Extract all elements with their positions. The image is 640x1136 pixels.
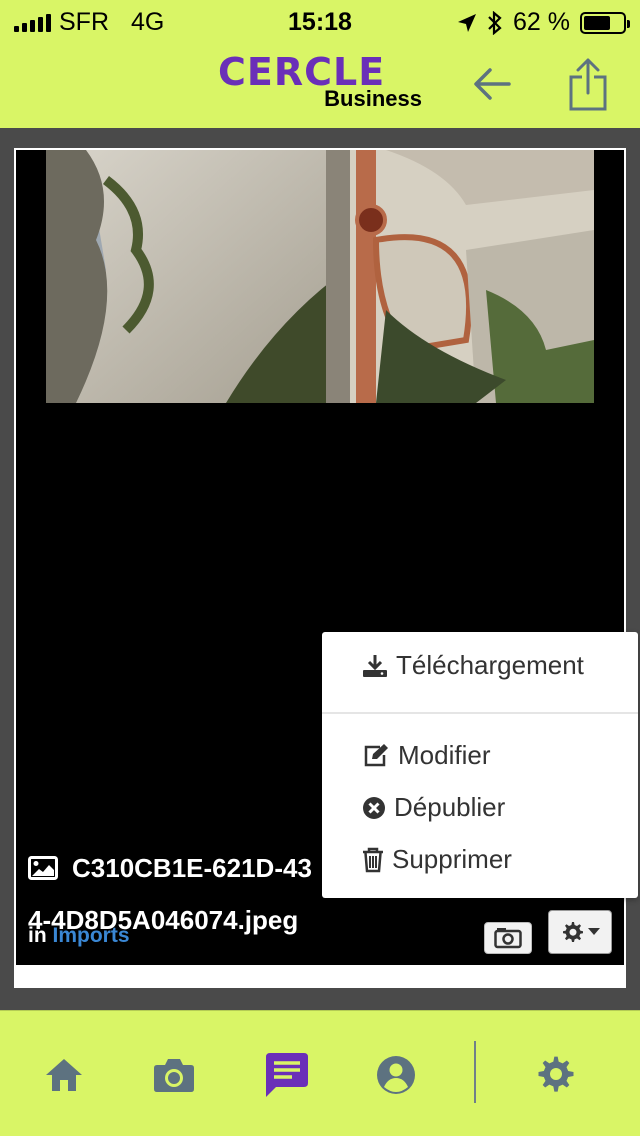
menu-item-unpublish[interactable]: Dépublier [362, 792, 640, 823]
menu-label-unpublish: Dépublier [394, 792, 506, 822]
menu-item-download[interactable]: Téléchargement [362, 650, 640, 681]
menu-item-edit[interactable]: Modifier [362, 740, 640, 771]
card-footer-strip [16, 965, 624, 986]
times-circle-icon [363, 796, 385, 819]
back-button[interactable] [462, 52, 522, 116]
download-icon [363, 654, 387, 677]
album-line: in Imports [28, 924, 130, 948]
caret-down-icon [588, 928, 600, 935]
menu-item-delete[interactable]: Supprimer [362, 844, 640, 875]
camera-action-button[interactable] [484, 922, 532, 954]
camera-icon [154, 1059, 194, 1092]
messages-icon [266, 1053, 308, 1097]
logo-sub: Business [324, 86, 422, 111]
profile-icon [377, 1056, 415, 1094]
status-bar: SFR 4G 15:18 62 % [0, 0, 640, 42]
album-link[interactable]: Imports [53, 924, 130, 947]
nav-divider [474, 1041, 476, 1103]
media-photo[interactable] [46, 150, 594, 403]
gear-icon [563, 922, 583, 942]
nav-camera[interactable] [144, 1045, 204, 1105]
home-icon [46, 1059, 82, 1091]
share-button[interactable] [558, 52, 618, 116]
menu-label-download: Téléchargement [396, 650, 584, 680]
bluetooth-icon [488, 10, 502, 35]
top-bar: SFR 4G 15:18 62 % CERCLE Business [0, 0, 640, 128]
trash-icon [363, 847, 383, 872]
menu-divider [322, 712, 638, 714]
battery-percent: 62 % [513, 8, 570, 36]
edit-icon [364, 743, 388, 766]
menu-label-edit: Modifier [398, 740, 491, 770]
nav-home[interactable] [34, 1045, 94, 1105]
bottom-nav [0, 1010, 640, 1136]
app-logo: CERCLE Business [218, 50, 428, 112]
battery-icon [580, 11, 630, 34]
actions-dropdown-menu: Téléchargement Modifier Dépublier Suppri… [322, 632, 638, 898]
camera-icon [494, 928, 522, 949]
in-label: in [28, 924, 47, 947]
settings-dropdown-button[interactable] [548, 910, 612, 954]
settings-icon [538, 1056, 574, 1092]
arrow-left-icon [474, 68, 511, 100]
filename-line1: C310CB1E-621D-43 [72, 853, 312, 883]
nav-messages[interactable] [256, 1045, 316, 1105]
nav-profile[interactable] [366, 1045, 426, 1105]
nav-settings[interactable] [526, 1045, 586, 1105]
location-icon [458, 13, 477, 32]
menu-label-delete: Supprimer [392, 844, 512, 874]
image-icon [28, 856, 58, 880]
share-icon [569, 58, 607, 111]
status-right: 62 % [457, 8, 630, 37]
